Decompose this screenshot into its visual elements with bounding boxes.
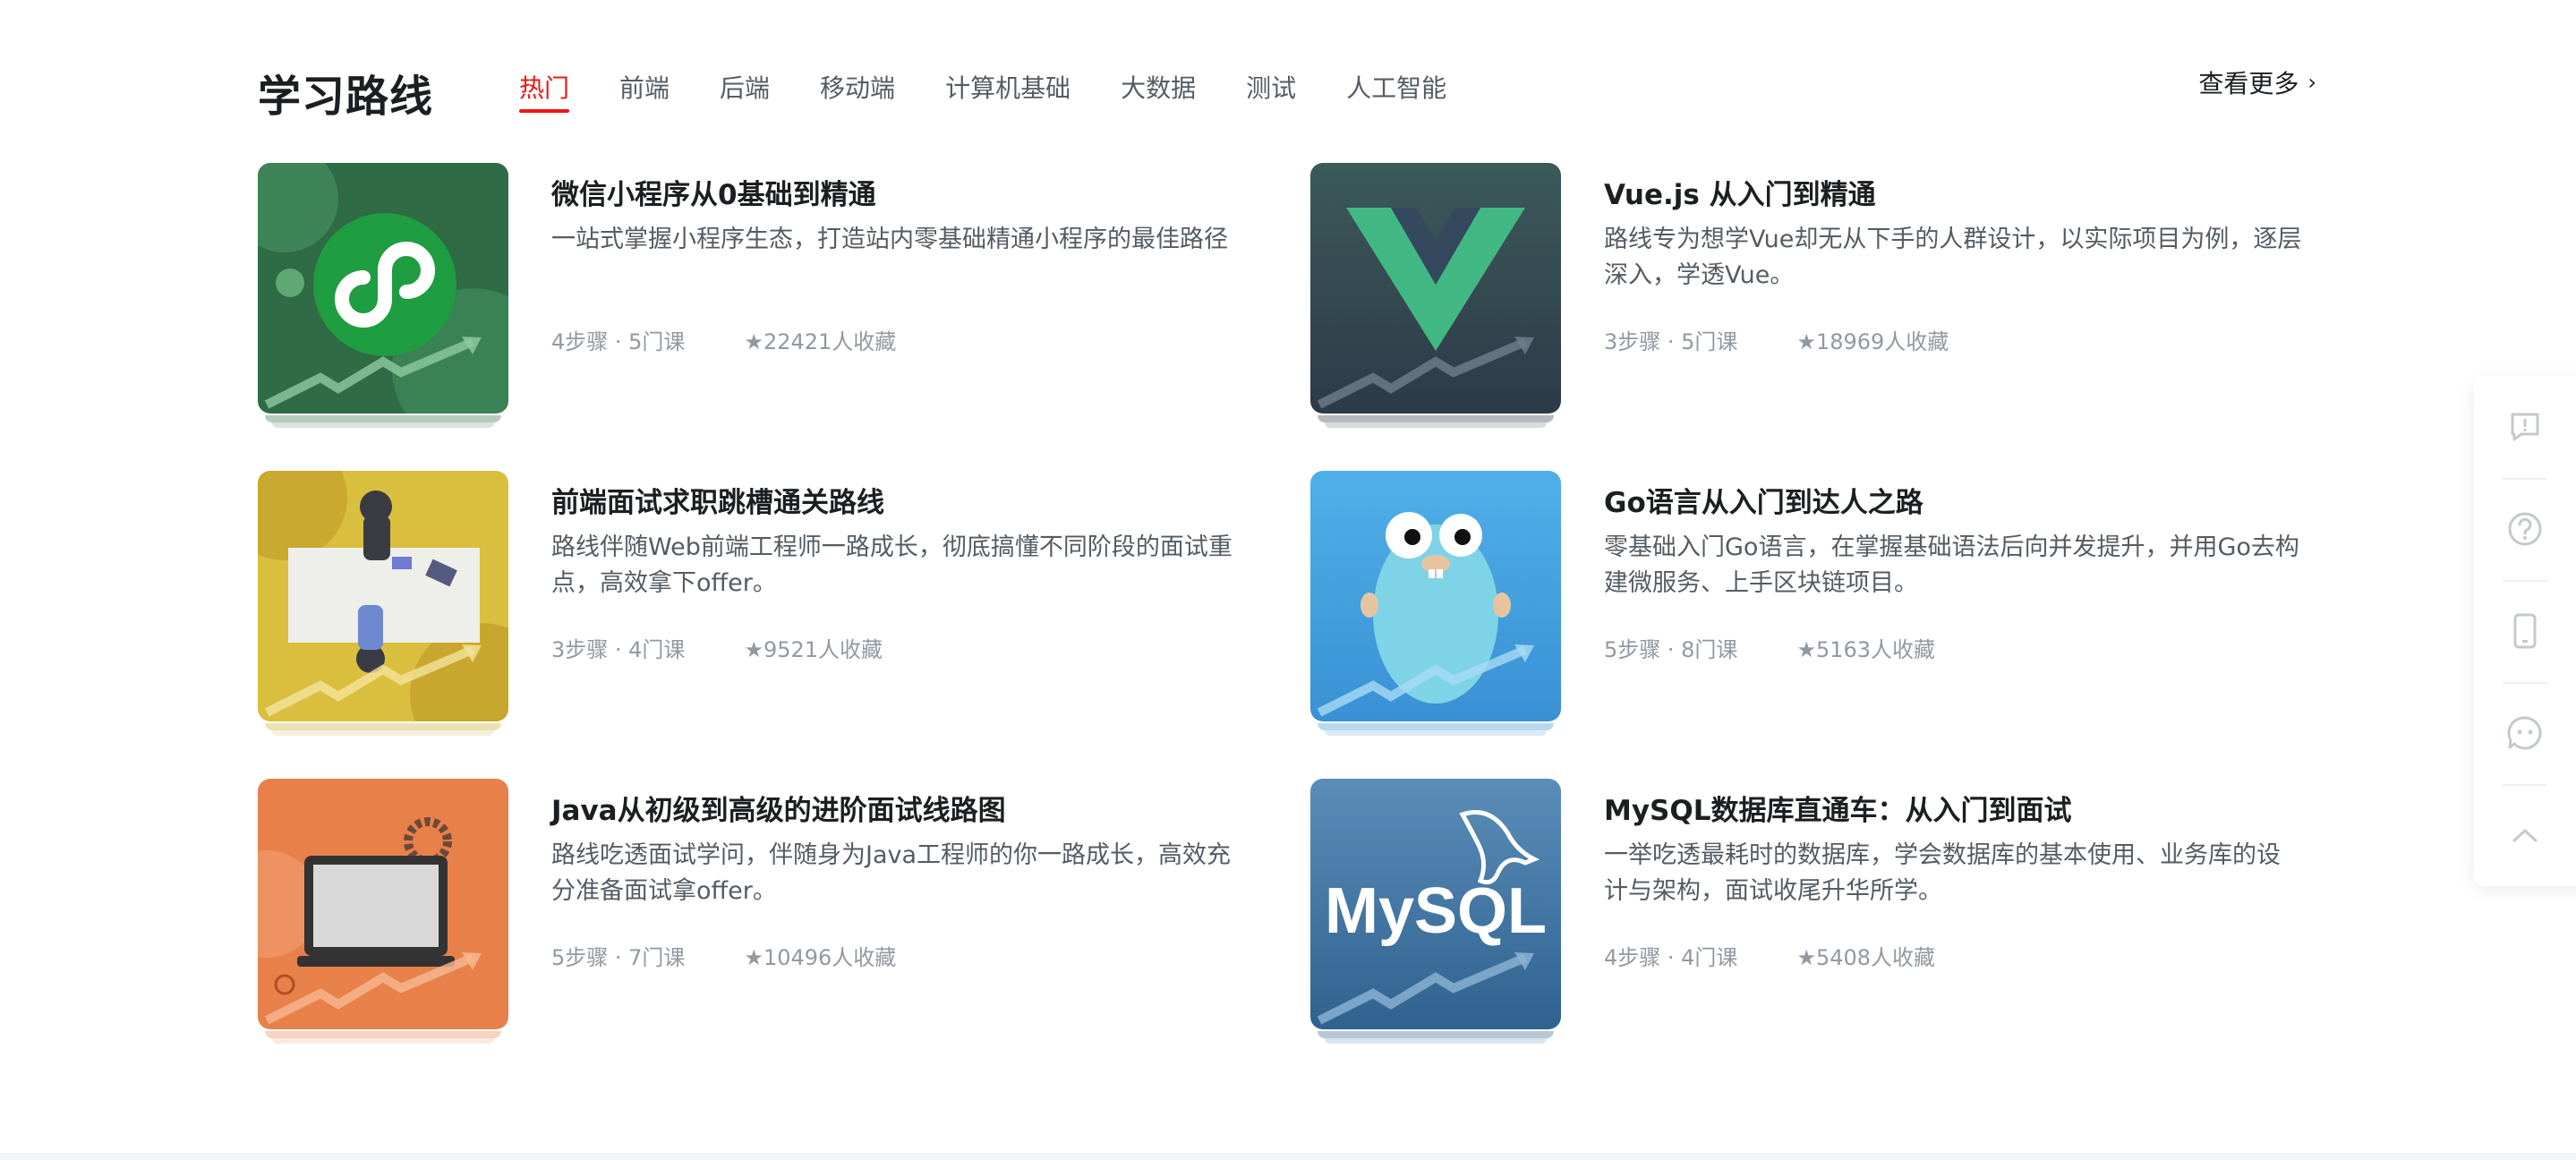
vue-thumb bbox=[1310, 163, 1561, 414]
tab-frontend[interactable]: 前端 bbox=[619, 73, 670, 120]
card-desc: 零基础入门Go语言，在掌握基础语法后向并发提升，并用Go去构建微服务、上手区块链… bbox=[1604, 533, 2299, 597]
card-meta: 3步骤 · 4门课 ★9521人收藏 bbox=[551, 632, 1250, 663]
card-title: 微信小程序从0基础到精通 bbox=[551, 179, 876, 211]
tab-testing[interactable]: 测试 bbox=[1246, 73, 1296, 120]
chat-button[interactable] bbox=[2474, 682, 2576, 784]
laptop-thumb bbox=[258, 779, 508, 1029]
tab-cs-basics[interactable]: 计算机基础 bbox=[945, 73, 1070, 120]
card-steps: 4步骤 · 5门课 bbox=[551, 329, 686, 354]
card-title: Java从初级到高级的进阶面试线路图 bbox=[551, 795, 1006, 827]
card-info: MySQL数据库直通车：从入门到面试 一举吃透最耗时的数据库，学会数据库的基本使… bbox=[1604, 779, 2302, 1047]
card-meta: 5步骤 · 8门课 ★5163人收藏 bbox=[1604, 632, 2302, 663]
card-steps: 5步骤 · 7门课 bbox=[551, 945, 686, 970]
card-favorites: ★5163人收藏 bbox=[1796, 637, 1936, 662]
back-to-top-icon bbox=[2512, 829, 2538, 842]
card-favorites: ★10496人收藏 bbox=[744, 945, 897, 970]
floating-sidebar bbox=[2474, 376, 2576, 886]
tab-big-data[interactable]: 大数据 bbox=[1121, 73, 1196, 120]
card-favorites: ★9521人收藏 bbox=[744, 637, 883, 662]
card-thumbnail bbox=[258, 779, 508, 1047]
path-card[interactable]: Java从初级到高级的进阶面试线路图 路线吃透面试学问，伴随身为Java工程师的… bbox=[258, 779, 1287, 1047]
card-info: Vue.js 从入门到精通 路线专为想学Vue却无从下手的人群设计，以实际项目为… bbox=[1604, 163, 2302, 431]
tab-mobile[interactable]: 移动端 bbox=[820, 73, 895, 120]
tab-ai[interactable]: 人工智能 bbox=[1346, 73, 1446, 120]
interview-thumb bbox=[258, 471, 508, 721]
wechat-miniprogram-thumb bbox=[258, 163, 508, 414]
back-to-top-button[interactable] bbox=[2474, 784, 2576, 886]
card-info: Go语言从入门到达人之路 零基础入门Go语言，在掌握基础语法后向并发提升，并用G… bbox=[1604, 471, 2302, 739]
card-title: MySQL数据库直通车：从入门到面试 bbox=[1604, 795, 2072, 827]
card-thumbnail bbox=[1310, 471, 1561, 739]
card-desc: 路线伴随Web前端工程师一路成长，彻底搞懂不同阶段的面试重点，高效拿下offer… bbox=[551, 533, 1233, 597]
mysql-logo-text: MySQL bbox=[1325, 875, 1547, 947]
card-thumbnail bbox=[1310, 163, 1561, 431]
card-info: Java从初级到高级的进阶面试线路图 路线吃透面试学问，伴随身为Java工程师的… bbox=[551, 779, 1250, 1047]
feedback-icon bbox=[2511, 413, 2539, 441]
card-desc: 一站式掌握小程序生态，打造站内零基础精通小程序的最佳路径 bbox=[551, 226, 1228, 253]
help-button[interactable] bbox=[2474, 478, 2576, 580]
path-card[interactable]: Go语言从入门到达人之路 零基础入门Go语言，在掌握基础语法后向并发提升，并用G… bbox=[1310, 471, 2340, 739]
section-title: 学习路线 bbox=[258, 72, 434, 122]
card-steps: 4步骤 · 4门课 bbox=[1604, 945, 1738, 970]
card-meta: 5步骤 · 7门课 ★10496人收藏 bbox=[551, 940, 1250, 971]
card-thumbnail: MySQL bbox=[1310, 779, 1561, 1047]
path-card[interactable]: MySQL MySQL数据库直通车：从入门到面试 一举吃透最耗时的数据库，学会数… bbox=[1310, 779, 2340, 1047]
path-card[interactable]: 微信小程序从0基础到精通 一站式掌握小程序生态，打造站内零基础精通小程序的最佳路… bbox=[258, 163, 1287, 431]
learning-paths-section: 学习路线 热门 前端 后端 移动端 计算机基础 大数据 测试 人工智能 查看更多… bbox=[258, 54, 2316, 1044]
tab-backend[interactable]: 后端 bbox=[720, 73, 770, 120]
section-divider bbox=[0, 1153, 2576, 1160]
card-favorites: ★5408人收藏 bbox=[1796, 945, 1936, 970]
view-more-label: 查看更多 bbox=[2198, 69, 2299, 98]
gopher-thumb bbox=[1310, 471, 1561, 721]
section-header: 学习路线 热门 前端 后端 移动端 计算机基础 大数据 测试 人工智能 查看更多… bbox=[258, 54, 2316, 125]
mobile-app-button[interactable] bbox=[2474, 580, 2576, 682]
card-steps: 3步骤 · 4门课 bbox=[551, 637, 686, 662]
card-steps: 3步骤 · 5门课 bbox=[1604, 329, 1738, 354]
view-more-link[interactable]: 查看更多 › bbox=[2198, 64, 2316, 100]
card-title: Vue.js 从入门到精通 bbox=[1604, 179, 1876, 211]
path-card[interactable]: 前端面试求职跳槽通关路线 路线伴随Web前端工程师一路成长，彻底搞懂不同阶段的面… bbox=[258, 471, 1287, 739]
card-meta: 4步骤 · 4门课 ★5408人收藏 bbox=[1604, 940, 2302, 971]
help-icon bbox=[2508, 512, 2542, 546]
card-thumbnail bbox=[258, 471, 508, 739]
category-tabs: 热门 前端 后端 移动端 计算机基础 大数据 测试 人工智能 bbox=[519, 73, 1497, 120]
card-desc: 一举吃透最耗时的数据库，学会数据库的基本使用、业务库的设计与架构，面试收尾升华所… bbox=[1604, 841, 2281, 905]
path-card[interactable]: Vue.js 从入门到精通 路线专为想学Vue却无从下手的人群设计，以实际项目为… bbox=[1310, 163, 2340, 431]
chat-icon bbox=[2507, 716, 2542, 750]
card-info: 微信小程序从0基础到精通 一站式掌握小程序生态，打造站内零基础精通小程序的最佳路… bbox=[551, 163, 1250, 431]
card-meta: 3步骤 · 5门课 ★18969人收藏 bbox=[1604, 324, 2302, 355]
card-steps: 5步骤 · 8门课 bbox=[1604, 637, 1738, 662]
card-meta: 4步骤 · 5门课 ★22421人收藏 bbox=[551, 324, 1250, 355]
feedback-button[interactable] bbox=[2474, 376, 2576, 478]
card-title: Go语言从入门到达人之路 bbox=[1604, 487, 1923, 519]
tab-hot[interactable]: 热门 bbox=[519, 73, 570, 120]
phone-icon bbox=[2513, 613, 2537, 649]
card-desc: 路线吃透面试学问，伴随身为Java工程师的你一路成长，高效充分准备面试拿offe… bbox=[551, 841, 1232, 905]
card-favorites: ★22421人收藏 bbox=[744, 329, 897, 354]
chevron-right-icon: › bbox=[2307, 70, 2316, 95]
card-info: 前端面试求职跳槽通关路线 路线伴随Web前端工程师一路成长，彻底搞懂不同阶段的面… bbox=[551, 471, 1250, 739]
card-favorites: ★18969人收藏 bbox=[1796, 329, 1949, 354]
card-title: 前端面试求职跳槽通关路线 bbox=[551, 487, 884, 519]
card-thumbnail bbox=[258, 163, 508, 431]
mysql-thumb: MySQL bbox=[1310, 779, 1561, 1029]
card-desc: 路线专为想学Vue却无从下手的人群设计，以实际项目为例，逐层深入，学透Vue。 bbox=[1604, 226, 2302, 289]
